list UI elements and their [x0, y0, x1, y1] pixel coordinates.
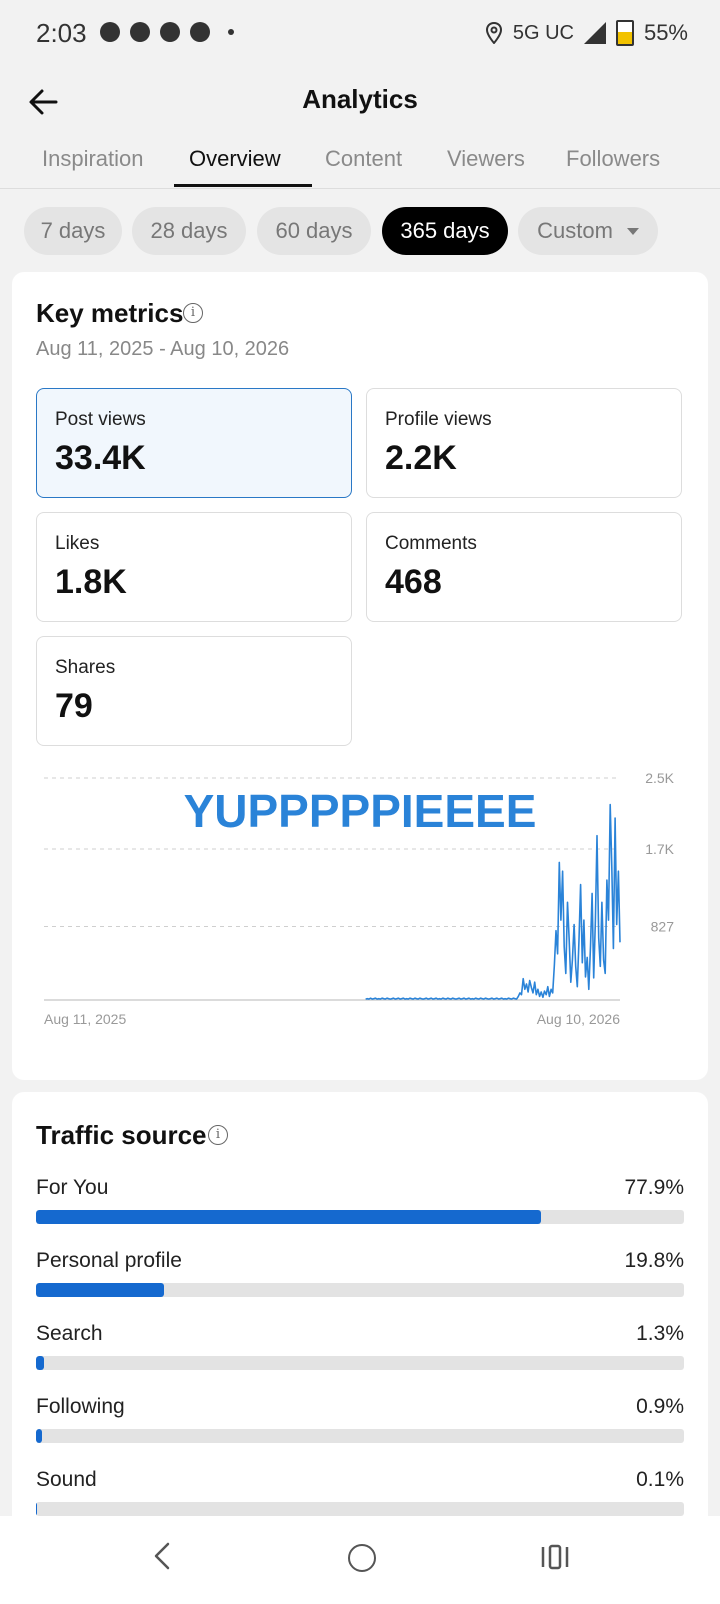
metric-shares[interactable]: Shares 79	[36, 636, 352, 746]
traffic-source-title: Traffic source	[36, 1120, 207, 1150]
traffic-source-row: Sound 0.1%	[36, 1468, 684, 1522]
chip-365-days[interactable]: 365 days	[382, 207, 508, 255]
traffic-source-label: Sound	[36, 1468, 97, 1491]
traffic-source-label: Search	[36, 1322, 103, 1345]
traffic-source-bar-track	[36, 1283, 684, 1297]
status-bar: 2:03 5G UC 55%	[0, 0, 720, 70]
traffic-source-row: Following 0.9%	[36, 1395, 684, 1449]
metric-label: Post views	[55, 409, 146, 430]
signal-icon	[583, 22, 606, 44]
traffic-source-bar-fill	[36, 1502, 37, 1516]
caret-down-icon	[626, 227, 639, 235]
traffic-source-bar-fill	[36, 1356, 45, 1370]
traffic-source-row: Search 1.3%	[36, 1322, 684, 1376]
traffic-source-bar-fill	[36, 1210, 541, 1224]
status-indicators: 5G UC 55%	[485, 20, 688, 46]
battery-percent: 55%	[643, 20, 688, 45]
nav-back-icon[interactable]	[150, 1536, 174, 1576]
tab-overview[interactable]: Overview	[189, 146, 281, 172]
system-nav-bar	[0, 1516, 720, 1604]
metric-label: Shares	[55, 657, 116, 678]
tab-content[interactable]: Content	[325, 146, 402, 172]
traffic-source-row: For You 77.9%	[36, 1176, 684, 1230]
chat-notification-icon	[130, 22, 150, 42]
traffic-source-percent: 77.9%	[624, 1176, 684, 1199]
metric-post-views[interactable]: Post views 33.4K	[36, 388, 352, 498]
info-icon[interactable]	[208, 1125, 228, 1145]
snapchat-notification-icon	[100, 22, 120, 42]
tab-followers[interactable]: Followers	[566, 146, 660, 172]
app-notification-icon	[190, 22, 210, 42]
y-tick-label: 827	[651, 919, 675, 935]
traffic-source-label: Following	[36, 1395, 125, 1418]
analytics-tabs: Inspiration Overview Content Viewers Fol…	[0, 136, 720, 189]
traffic-source-card: Traffic source For You 77.9% Personal prof…	[12, 1092, 708, 1552]
chip-28-days[interactable]: 28 days	[132, 207, 246, 255]
date-range: Aug 11, 2025 - Aug 10, 2026	[36, 338, 290, 360]
nav-home-icon[interactable]	[348, 1544, 376, 1572]
traffic-source-label: For You	[36, 1176, 109, 1199]
page-title: Analytics	[302, 84, 418, 114]
x-tick-label: Aug 11, 2025	[44, 1011, 126, 1027]
info-icon[interactable]	[183, 303, 203, 323]
key-metrics-title: Key metrics	[36, 298, 184, 328]
metric-label: Comments	[385, 533, 477, 554]
metric-value: 468	[385, 563, 442, 601]
metric-comments[interactable]: Comments 468	[366, 512, 682, 622]
traffic-source-bar-track	[36, 1502, 684, 1516]
nav-recents-icon[interactable]	[540, 1542, 570, 1572]
traffic-source-bar-track	[36, 1429, 684, 1443]
metric-label: Likes	[55, 533, 100, 554]
tab-viewers[interactable]: Viewers	[447, 146, 525, 172]
traffic-source-percent: 0.9%	[636, 1395, 684, 1418]
chip-label: 7 days	[40, 218, 106, 243]
traffic-source-bar-track	[36, 1356, 684, 1370]
traffic-source-percent: 0.1%	[636, 1468, 684, 1491]
traffic-source-label: Personal profile	[36, 1249, 182, 1272]
location-icon	[485, 22, 502, 44]
y-tick-label: 1.7K	[645, 841, 674, 857]
x-tick-label: Aug 10, 2026	[537, 1011, 621, 1027]
metric-value: 33.4K	[55, 439, 146, 477]
metric-profile-views[interactable]: Profile views 2.2K	[366, 388, 682, 498]
battery-icon	[615, 20, 634, 46]
traffic-source-row: Personal profile 19.8%	[36, 1249, 684, 1303]
traffic-source-percent: 19.8%	[624, 1249, 684, 1272]
chip-label: 365 days	[400, 218, 490, 243]
app-header: Analytics	[0, 70, 720, 134]
traffic-source-bar-fill	[36, 1429, 42, 1443]
metric-value: 2.2K	[385, 439, 457, 477]
chart-annotation-text: YUPPPPPIEEEE	[183, 785, 537, 837]
traffic-source-percent: 1.3%	[636, 1322, 684, 1345]
active-tab-indicator	[174, 184, 312, 187]
traffic-source-bar-fill	[36, 1283, 165, 1297]
traffic-source-bar-track	[36, 1210, 684, 1224]
metric-value: 1.8K	[55, 563, 127, 601]
chip-custom[interactable]: Custom	[518, 207, 658, 255]
key-metrics-card: Key metrics Aug 11, 2025 - Aug 10, 2026 …	[12, 272, 708, 1080]
snapchat-notification-icon	[160, 22, 180, 42]
status-time: 2:03	[36, 18, 87, 48]
metric-value: 79	[55, 687, 93, 725]
metric-label: Profile views	[385, 409, 492, 430]
chip-label: 60 days	[275, 218, 353, 243]
chip-label: 28 days	[150, 218, 228, 243]
tab-inspiration[interactable]: Inspiration	[42, 146, 144, 172]
metric-likes[interactable]: Likes 1.8K	[36, 512, 352, 622]
more-notifications-icon	[228, 29, 234, 35]
notification-icons	[100, 22, 234, 42]
chip-7-days[interactable]: 7 days	[24, 207, 122, 255]
chip-60-days[interactable]: 60 days	[257, 207, 371, 255]
network-type: 5G UC	[512, 21, 574, 44]
chip-label: Custom	[537, 218, 613, 243]
